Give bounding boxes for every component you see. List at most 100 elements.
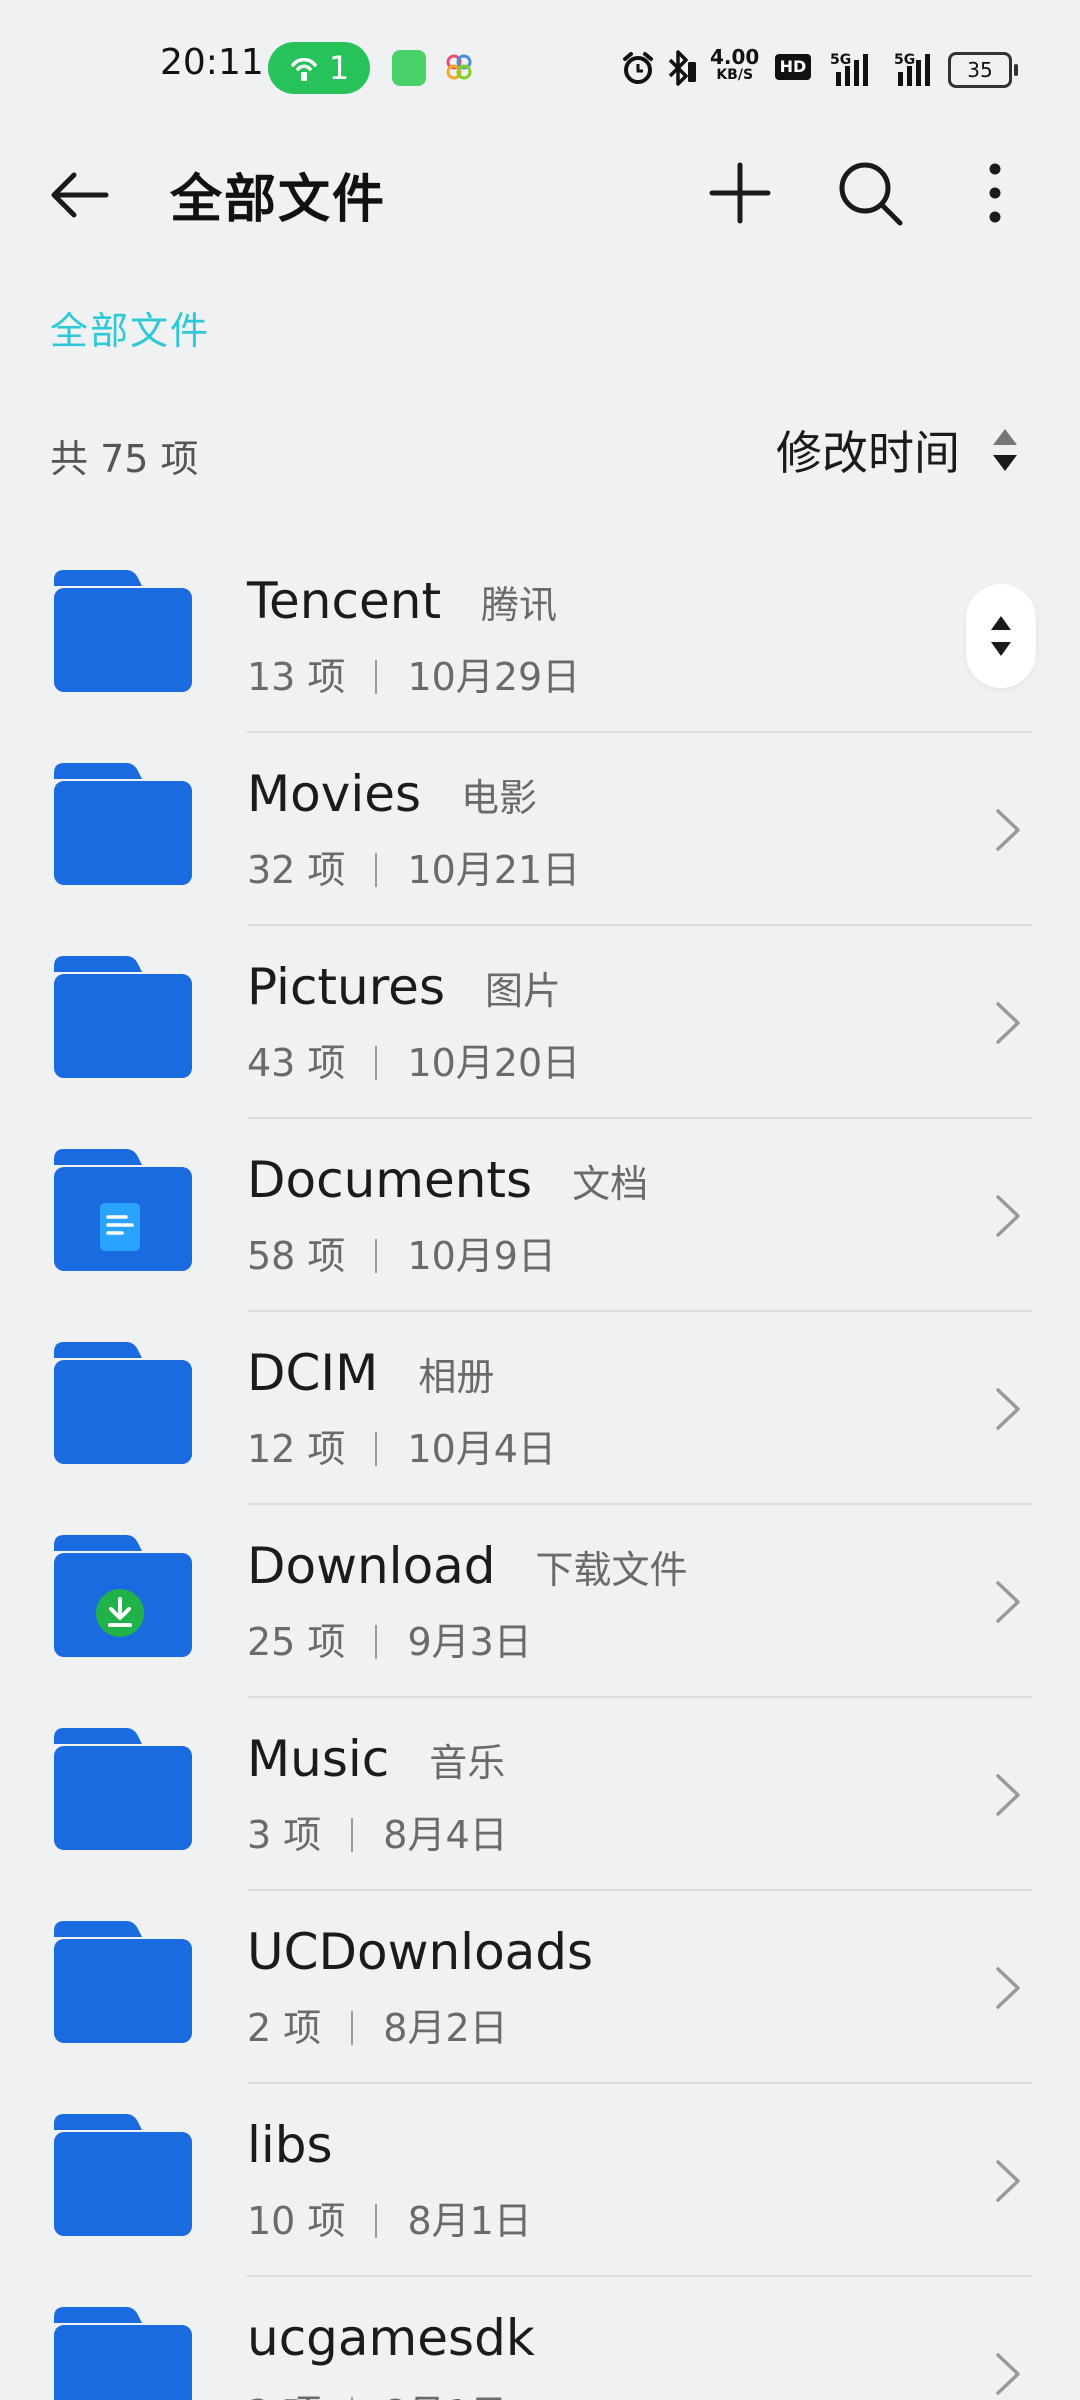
folder-item-count: 25 项 bbox=[247, 1620, 346, 1664]
sort-toggle-icon bbox=[993, 429, 1017, 471]
folder-icon bbox=[54, 570, 192, 692]
folder-icon bbox=[54, 1342, 192, 1464]
hotspot-icon bbox=[291, 57, 317, 81]
folder-title: Tencent 腾讯 bbox=[247, 572, 557, 630]
folder-item-count: 43 项 bbox=[247, 1041, 346, 1085]
add-button[interactable] bbox=[700, 153, 780, 233]
folder-name: Music bbox=[247, 1730, 390, 1788]
meta-divider bbox=[375, 1239, 378, 1273]
status-bar: 20:11 1 4.00 KB/S HD 5G 5G 35 bbox=[0, 0, 1080, 135]
folder-alias: 下载文件 bbox=[535, 1548, 688, 1592]
alarm-icon bbox=[623, 52, 653, 84]
status-icons: 4.00 KB/S HD 5G 5G 35 bbox=[560, 40, 1080, 100]
folder-icon bbox=[54, 1728, 192, 1850]
folder-meta: 25 项 9月3日 bbox=[247, 1611, 532, 1666]
folder-row[interactable]: DCIM 相册 12 项 10月4日 bbox=[0, 1312, 1080, 1505]
folder-row[interactable]: Documents 文档 58 项 10月9日 bbox=[0, 1119, 1080, 1312]
folder-alias: 文档 bbox=[572, 1162, 649, 1206]
folder-meta: 58 项 10月9日 bbox=[247, 1225, 556, 1280]
folder-alias: 相册 bbox=[418, 1355, 495, 1399]
status-time: 20:11 bbox=[160, 42, 264, 83]
meta-divider bbox=[375, 660, 378, 694]
folder-title: ucgamesdk bbox=[247, 2309, 535, 2367]
meta-divider bbox=[351, 1818, 354, 1852]
folder-icon bbox=[54, 1149, 192, 1271]
chevron-right-icon bbox=[996, 1581, 1020, 1623]
folder-row[interactable]: Music 音乐 3 项 8月4日 bbox=[0, 1698, 1080, 1891]
folder-date: 8月4日 bbox=[383, 1813, 508, 1857]
folder-title: Documents 文档 bbox=[247, 1151, 648, 1209]
meta-divider bbox=[375, 1432, 378, 1466]
folder-row[interactable]: libs 10 项 8月1日 bbox=[0, 2084, 1080, 2277]
folder-title: libs bbox=[247, 2116, 333, 2174]
more-options-button[interactable] bbox=[955, 153, 1035, 233]
folder-alias: 图片 bbox=[485, 969, 562, 1013]
folder-item-count: 2 项 bbox=[247, 2392, 321, 2400]
page-title: 全部文件 bbox=[170, 170, 387, 230]
folder-icon bbox=[54, 2114, 192, 2236]
folder-title: Music 音乐 bbox=[247, 1730, 505, 1788]
folder-row[interactable]: Pictures 图片 43 项 10月20日 bbox=[0, 926, 1080, 1119]
folder-row[interactable]: Tencent 腾讯 13 项 10月29日 bbox=[0, 540, 1080, 733]
folder-date: 8月1日 bbox=[407, 2199, 532, 2243]
chevron-right-icon bbox=[996, 809, 1020, 851]
folder-meta: 32 项 10月21日 bbox=[247, 839, 580, 894]
folder-title: DCIM 相册 bbox=[247, 1344, 494, 1402]
chevron-right-icon bbox=[996, 1967, 1020, 2009]
folder-meta: 12 项 10月4日 bbox=[247, 1418, 556, 1473]
folder-item-count: 3 项 bbox=[247, 1813, 322, 1857]
meta-divider bbox=[375, 1625, 378, 1659]
document-icon bbox=[100, 1203, 140, 1251]
meta-divider bbox=[375, 2204, 378, 2238]
folder-meta: 2 项 8月1日 bbox=[247, 2383, 508, 2400]
folder-item-count: 13 项 bbox=[247, 655, 346, 699]
scroll-arrows-icon bbox=[991, 616, 1011, 656]
meta-divider bbox=[375, 1046, 378, 1080]
folder-title: Download 下载文件 bbox=[247, 1537, 688, 1595]
folder-date: 8月2日 bbox=[383, 2006, 508, 2050]
svg-text:5G: 5G bbox=[830, 52, 851, 68]
fast-scroll-handle[interactable] bbox=[966, 584, 1036, 688]
folder-title: Movies 电影 bbox=[247, 765, 537, 823]
folder-row[interactable]: UCDownloads 2 项 8月2日 bbox=[0, 1891, 1080, 2084]
folder-list: Tencent 腾讯 13 项 10月29日 Movies 电影 32 项 10月21日 Pic… bbox=[0, 540, 1080, 2400]
search-button[interactable] bbox=[830, 153, 910, 233]
folder-icon bbox=[54, 1535, 192, 1657]
app-bar: 全部文件 bbox=[0, 135, 1080, 245]
folder-date: 9月3日 bbox=[407, 1620, 532, 1664]
notification-flower-icon bbox=[446, 54, 472, 80]
folder-icon bbox=[54, 956, 192, 1078]
folder-name: Tencent bbox=[247, 572, 442, 630]
folder-icon bbox=[54, 1921, 192, 2043]
folder-name: ucgamesdk bbox=[247, 2309, 535, 2367]
folder-name: UCDownloads bbox=[247, 1923, 594, 1981]
folder-alias: 音乐 bbox=[429, 1741, 506, 1785]
folder-item-count: 32 项 bbox=[247, 848, 346, 892]
back-button[interactable] bbox=[40, 155, 120, 235]
folder-date: 10月9日 bbox=[407, 1234, 556, 1278]
chevron-right-icon bbox=[996, 1774, 1020, 1816]
folder-icon bbox=[54, 2307, 192, 2400]
bluetooth-icon bbox=[668, 50, 696, 86]
folder-item-count: 10 项 bbox=[247, 2199, 346, 2243]
folder-meta: 10 项 8月1日 bbox=[247, 2190, 532, 2245]
folder-date: 8月1日 bbox=[383, 2392, 507, 2400]
folder-icon bbox=[54, 763, 192, 885]
folder-row[interactable]: Movies 电影 32 项 10月21日 bbox=[0, 733, 1080, 926]
sort-control[interactable]: 修改时间 bbox=[776, 420, 1020, 480]
folder-item-count: 58 项 bbox=[247, 1234, 346, 1278]
folder-row[interactable]: Download 下载文件 25 项 9月3日 bbox=[0, 1505, 1080, 1698]
chevron-right-icon bbox=[996, 1002, 1020, 1044]
file-manager-screen: 20:11 1 4.00 KB/S HD 5G 5G 35 全部文件 全部文件 … bbox=[0, 0, 1080, 2400]
folder-item-count: 12 项 bbox=[247, 1427, 346, 1471]
download-icon bbox=[96, 1589, 144, 1637]
folder-item-count: 2 项 bbox=[247, 2006, 322, 2050]
folder-alias: 电影 bbox=[461, 776, 538, 820]
hotspot-count: 1 bbox=[328, 49, 350, 87]
breadcrumb[interactable]: 全部文件 bbox=[50, 300, 210, 355]
folder-row[interactable]: ucgamesdk 2 项 8月1日 bbox=[0, 2277, 1080, 2400]
battery-indicator: 35 bbox=[948, 52, 1018, 88]
folder-date: 10月4日 bbox=[407, 1427, 556, 1471]
chevron-right-icon bbox=[996, 1388, 1020, 1430]
network-speed-unit: KB/S bbox=[716, 67, 754, 83]
